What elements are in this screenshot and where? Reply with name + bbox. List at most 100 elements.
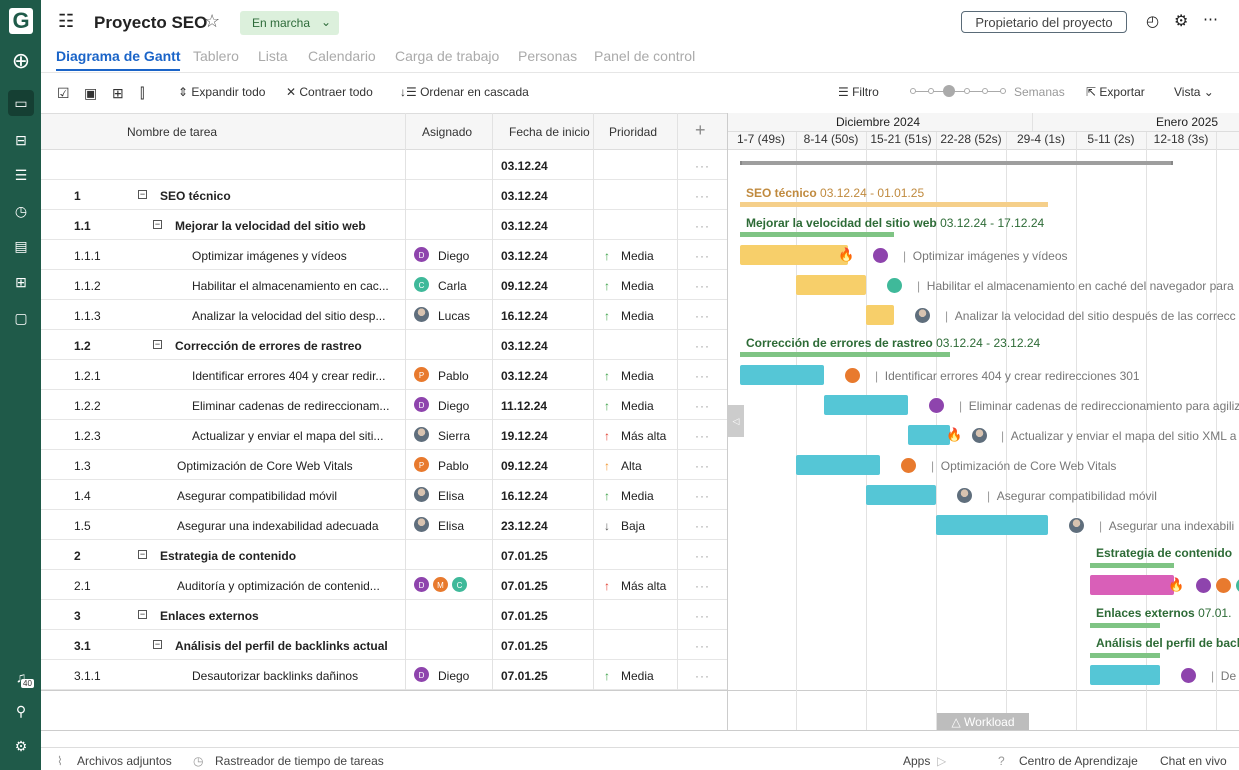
add-icon[interactable]: ⊕ <box>8 48 34 74</box>
task-bar[interactable] <box>740 365 824 385</box>
table-row[interactable]: 1.1.2 Habilitar el almacenamiento en cac.… <box>41 270 727 300</box>
task-name[interactable]: Enlaces externos <box>160 609 259 623</box>
tab-calendar[interactable]: Calendario <box>308 48 376 64</box>
collapse-toggle-icon[interactable]: − <box>153 640 162 649</box>
report-icon[interactable]: ▤ <box>8 233 34 259</box>
row-menu-icon[interactable]: ··· <box>695 579 710 593</box>
tab-workload[interactable]: Carga de trabajo <box>395 48 499 64</box>
collapse-toggle-icon[interactable]: − <box>153 340 162 349</box>
expand-all-button[interactable]: ⇕ Expandir todo <box>178 85 265 99</box>
star-icon[interactable]: ☆ <box>204 11 220 32</box>
row-menu-icon[interactable]: ··· <box>695 309 710 323</box>
apps-icon[interactable]: ⊞ <box>8 269 34 295</box>
priority-label[interactable]: Media <box>621 309 654 323</box>
table-row[interactable]: 1.1.1 Optimizar imágenes y vídeos D Diego 03… <box>41 240 727 270</box>
app-logo[interactable]: G <box>9 8 33 34</box>
history-icon[interactable]: ◴ <box>1146 12 1159 30</box>
task-bar[interactable] <box>936 515 1048 535</box>
task-bar[interactable] <box>908 425 950 445</box>
task-bar[interactable] <box>1090 665 1160 685</box>
settings-icon[interactable]: ⚙ <box>8 733 34 759</box>
table-row[interactable]: 1.2.2 Eliminar cadenas de redireccionam..… <box>41 390 727 420</box>
summary-bar[interactable] <box>740 352 950 357</box>
baseline-icon[interactable]: ⫿ <box>140 85 144 102</box>
row-menu-icon[interactable]: ··· <box>695 399 710 413</box>
priority-label[interactable]: Media <box>621 489 654 503</box>
table-row[interactable]: 1 − SEO técnico 03.12.24 ··· <box>41 180 727 210</box>
table-row[interactable]: 2 − Estrategia de contenido 07.01.25 ··· <box>41 540 727 570</box>
list-icon[interactable]: ☰ <box>8 162 34 188</box>
collapse-toggle-icon[interactable]: − <box>138 190 147 199</box>
task-name[interactable]: Desautorizar backlinks dañinos <box>192 669 358 683</box>
row-menu-icon[interactable]: ··· <box>695 159 710 173</box>
task-name[interactable]: Habilitar el almacenamiento en cac... <box>192 279 389 293</box>
summary-bar[interactable] <box>1090 563 1174 568</box>
task-name[interactable]: Optimizar imágenes y vídeos <box>192 249 347 263</box>
hierarchy-icon[interactable]: ⊞ <box>112 85 124 102</box>
play-store-icon[interactable]: ▷ <box>937 754 946 768</box>
task-name[interactable]: Asegurar compatibilidad móvil <box>177 489 337 503</box>
task-name[interactable]: Estrategia de contenido <box>160 549 296 563</box>
task-bar[interactable] <box>824 395 908 415</box>
column-header-assignee[interactable]: Asignado <box>422 125 472 139</box>
zoom-slider-handle[interactable] <box>943 85 955 97</box>
row-menu-icon[interactable]: ··· <box>695 339 710 353</box>
row-menu-icon[interactable]: ··· <box>695 519 710 533</box>
priority-label[interactable]: Media <box>621 669 654 683</box>
task-name[interactable]: Mejorar la velocidad del sitio web <box>175 219 366 233</box>
tab-dashboard[interactable]: Panel de control <box>594 48 695 64</box>
priority-label[interactable]: Más alta <box>621 579 666 593</box>
deadline-icon[interactable]: ▣ <box>84 85 97 102</box>
table-row[interactable]: 1.1.3 Analizar la velocidad del sitio des… <box>41 300 727 330</box>
task-bar[interactable] <box>866 305 894 325</box>
checkbox-icon[interactable]: ☑ <box>57 85 70 102</box>
task-bar[interactable] <box>796 455 880 475</box>
status-dropdown[interactable]: En marcha ⌄ <box>240 11 339 35</box>
row-menu-icon[interactable]: ··· <box>695 489 710 503</box>
row-menu-icon[interactable]: ··· <box>695 369 710 383</box>
priority-label[interactable]: Alta <box>621 459 642 473</box>
search-icon[interactable]: ⚲ <box>8 698 34 724</box>
task-name[interactable]: Optimización de Core Web Vitals <box>177 459 353 473</box>
table-row[interactable]: 1.3 Optimización de Core Web Vitals P Pablo… <box>41 450 727 480</box>
table-row[interactable]: 1.4 Asegurar compatibilidad móvil Elisa 16.… <box>41 480 727 510</box>
tab-gantt[interactable]: Diagrama de Gantt <box>56 48 181 71</box>
collapse-all-button[interactable]: ✕ Contraer todo <box>286 85 373 99</box>
folder-icon[interactable]: ▭ <box>8 90 34 116</box>
apps-link[interactable]: Apps <box>903 754 930 768</box>
clock-icon[interactable]: ◷ <box>8 198 34 224</box>
row-menu-icon[interactable]: ··· <box>695 669 710 683</box>
task-name[interactable]: Identificar errores 404 y crear redir... <box>192 369 385 383</box>
more-icon[interactable]: ⋯ <box>1203 10 1218 28</box>
briefcase-icon[interactable]: ⊟ <box>8 127 34 153</box>
row-menu-icon[interactable]: ··· <box>695 219 710 233</box>
table-row[interactable]: 1.2 − Corrección de errores de rastreo 03.1… <box>41 330 727 360</box>
task-bar[interactable] <box>866 485 936 505</box>
attachments-link[interactable]: Archivos adjuntos <box>77 754 172 768</box>
task-name[interactable]: SEO técnico <box>160 189 231 203</box>
table-row[interactable]: 1.2.3 Actualizar y enviar el mapa del sit… <box>41 420 727 450</box>
table-row[interactable]: 2.1 Auditoría y optimización de contenid.… <box>41 570 727 600</box>
task-name[interactable]: Corrección de errores de rastreo <box>175 339 362 353</box>
summary-bar[interactable] <box>1090 653 1160 658</box>
table-row[interactable]: 3.1 − Análisis del perfil de backlinks act… <box>41 630 727 660</box>
settings-icon[interactable]: ⚙ <box>1174 11 1188 31</box>
table-row[interactable]: 1.2.1 Identificar errores 404 y crear red… <box>41 360 727 390</box>
summary-bar[interactable] <box>740 202 1048 207</box>
workload-toggle[interactable]: △ Workload <box>937 713 1029 730</box>
table-row[interactable]: 1.5 Asegurar una indexabilidad adecuada El… <box>41 510 727 540</box>
priority-label[interactable]: Media <box>621 249 654 263</box>
column-header-start[interactable]: Fecha de inicio <box>509 125 590 139</box>
task-name[interactable]: Asegurar una indexabilidad adecuada <box>177 519 379 533</box>
column-header-priority[interactable]: Prioridad <box>609 125 657 139</box>
cascade-sort-button[interactable]: ↓☰ Ordenar en cascada <box>400 85 529 99</box>
export-button[interactable]: ⇱ Exportar <box>1086 85 1145 99</box>
summary-bar[interactable] <box>740 232 894 237</box>
task-name[interactable]: Actualizar y enviar el mapa del siti... <box>192 429 383 443</box>
live-chat-link[interactable]: Chat en vivo <box>1160 754 1227 768</box>
priority-label[interactable]: Más alta <box>621 429 666 443</box>
priority-label[interactable]: Media <box>621 399 654 413</box>
task-bar[interactable] <box>1090 575 1174 595</box>
task-name[interactable]: Auditoría y optimización de contenid... <box>177 579 380 593</box>
filter-button[interactable]: ☰ Filtro <box>838 85 879 99</box>
